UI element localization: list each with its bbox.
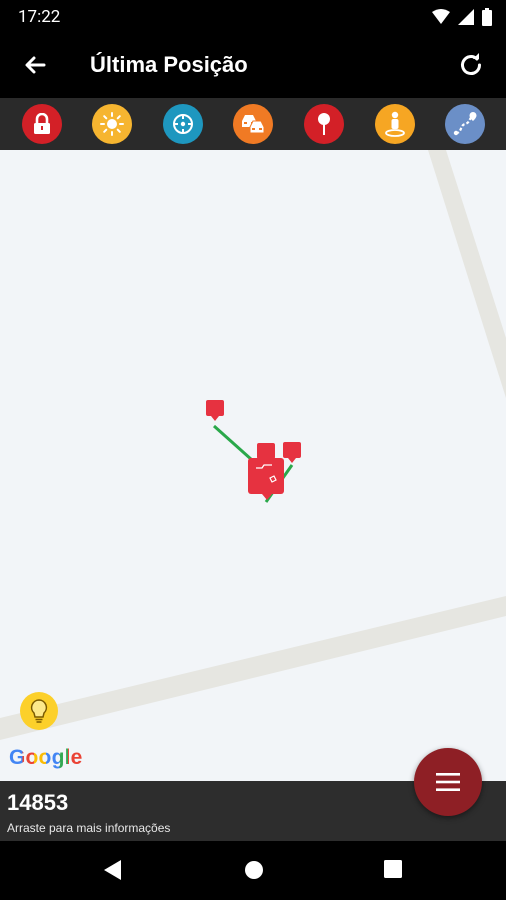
map-toolbar (0, 98, 506, 150)
lock-icon (34, 113, 50, 134)
traffic-button[interactable] (233, 104, 273, 144)
street-view-icon (385, 111, 405, 137)
bulb-button[interactable] (20, 692, 58, 730)
arrow-left-icon[interactable] (20, 50, 50, 80)
drag-hint: Arraste para mais informações (7, 821, 171, 835)
vehicle-marker[interactable] (248, 458, 284, 500)
bulb-icon (30, 699, 48, 723)
status-icons (432, 8, 492, 26)
compass-icon (173, 114, 193, 134)
battery-icon (482, 8, 492, 26)
pin-icon (318, 113, 330, 135)
map-marker[interactable] (257, 443, 275, 459)
signal-icon (458, 9, 474, 25)
vehicle-id: 14853 (7, 790, 69, 815)
home-circle-icon[interactable] (243, 859, 265, 881)
google-logo-text: Google (9, 746, 83, 769)
map-roads (0, 150, 506, 740)
status-time: 17:22 (18, 7, 61, 27)
back-triangle-icon[interactable] (103, 859, 123, 881)
refresh-icon[interactable] (456, 50, 486, 80)
compass-button[interactable] (163, 104, 203, 144)
route-icon (453, 112, 477, 136)
map-marker[interactable] (283, 442, 301, 463)
system-nav-bar (0, 841, 506, 900)
map-canvas[interactable] (0, 150, 506, 781)
map-view[interactable]: Google (0, 150, 506, 781)
map-marker[interactable] (206, 400, 224, 421)
page-title: Última Posição (90, 52, 248, 77)
menu-icon (436, 773, 460, 791)
street-view-button[interactable] (375, 104, 415, 144)
route-button[interactable] (445, 104, 485, 144)
sun-button[interactable] (92, 104, 132, 144)
google-attribution: Google (9, 746, 83, 770)
traffic-icon (242, 115, 265, 134)
pin-button[interactable] (304, 104, 344, 144)
route-line (212, 424, 254, 462)
recents-square-icon[interactable] (383, 859, 403, 879)
lock-button[interactable] (22, 104, 62, 144)
status-bar: 17:22 (0, 0, 506, 34)
menu-fab-button[interactable] (414, 748, 482, 816)
sun-icon (100, 112, 124, 136)
app-bar: Última Posição (0, 34, 506, 98)
wifi-icon (432, 9, 450, 24)
